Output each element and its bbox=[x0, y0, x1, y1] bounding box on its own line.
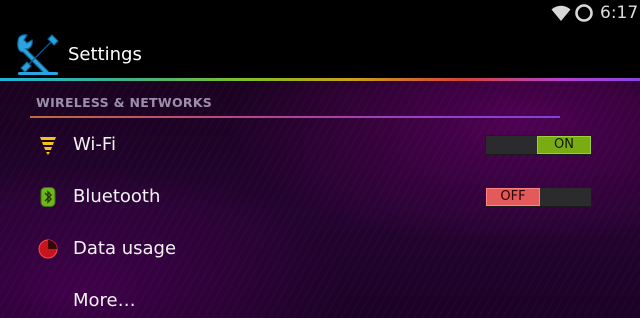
toggle-state: OFF bbox=[486, 188, 540, 206]
setting-label: Bluetooth bbox=[73, 186, 161, 207]
setting-row-bluetooth[interactable]: Bluetooth OFF bbox=[0, 173, 640, 221]
section-header: WIRELESS & NETWORKS bbox=[36, 95, 213, 110]
wifi-signal-icon bbox=[551, 5, 571, 21]
battery-icon bbox=[575, 4, 593, 22]
page-title: Settings bbox=[68, 44, 142, 65]
setting-row-data-usage[interactable]: Data usage bbox=[0, 225, 640, 273]
setting-row-more[interactable]: More… bbox=[0, 277, 640, 318]
section-divider bbox=[30, 116, 560, 118]
toggle-state: ON bbox=[537, 136, 591, 154]
status-bar: 6:17 bbox=[0, 0, 640, 28]
setting-row-wifi[interactable]: Wi-Fi ON bbox=[0, 121, 640, 169]
bluetooth-toggle[interactable]: OFF bbox=[485, 187, 592, 207]
action-bar: Settings bbox=[0, 28, 640, 80]
data-usage-icon bbox=[38, 239, 58, 259]
settings-list: WIRELESS & NETWORKS Wi-Fi ON Bluetooth O… bbox=[0, 81, 640, 318]
setting-label: More… bbox=[73, 290, 136, 311]
setting-label: Wi-Fi bbox=[73, 134, 116, 155]
bluetooth-icon bbox=[40, 187, 56, 207]
settings-tools-icon[interactable] bbox=[12, 31, 64, 79]
clock: 6:17 bbox=[600, 3, 639, 23]
wifi-icon bbox=[40, 137, 56, 155]
setting-label: Data usage bbox=[73, 238, 177, 259]
wifi-toggle[interactable]: ON bbox=[485, 135, 592, 155]
